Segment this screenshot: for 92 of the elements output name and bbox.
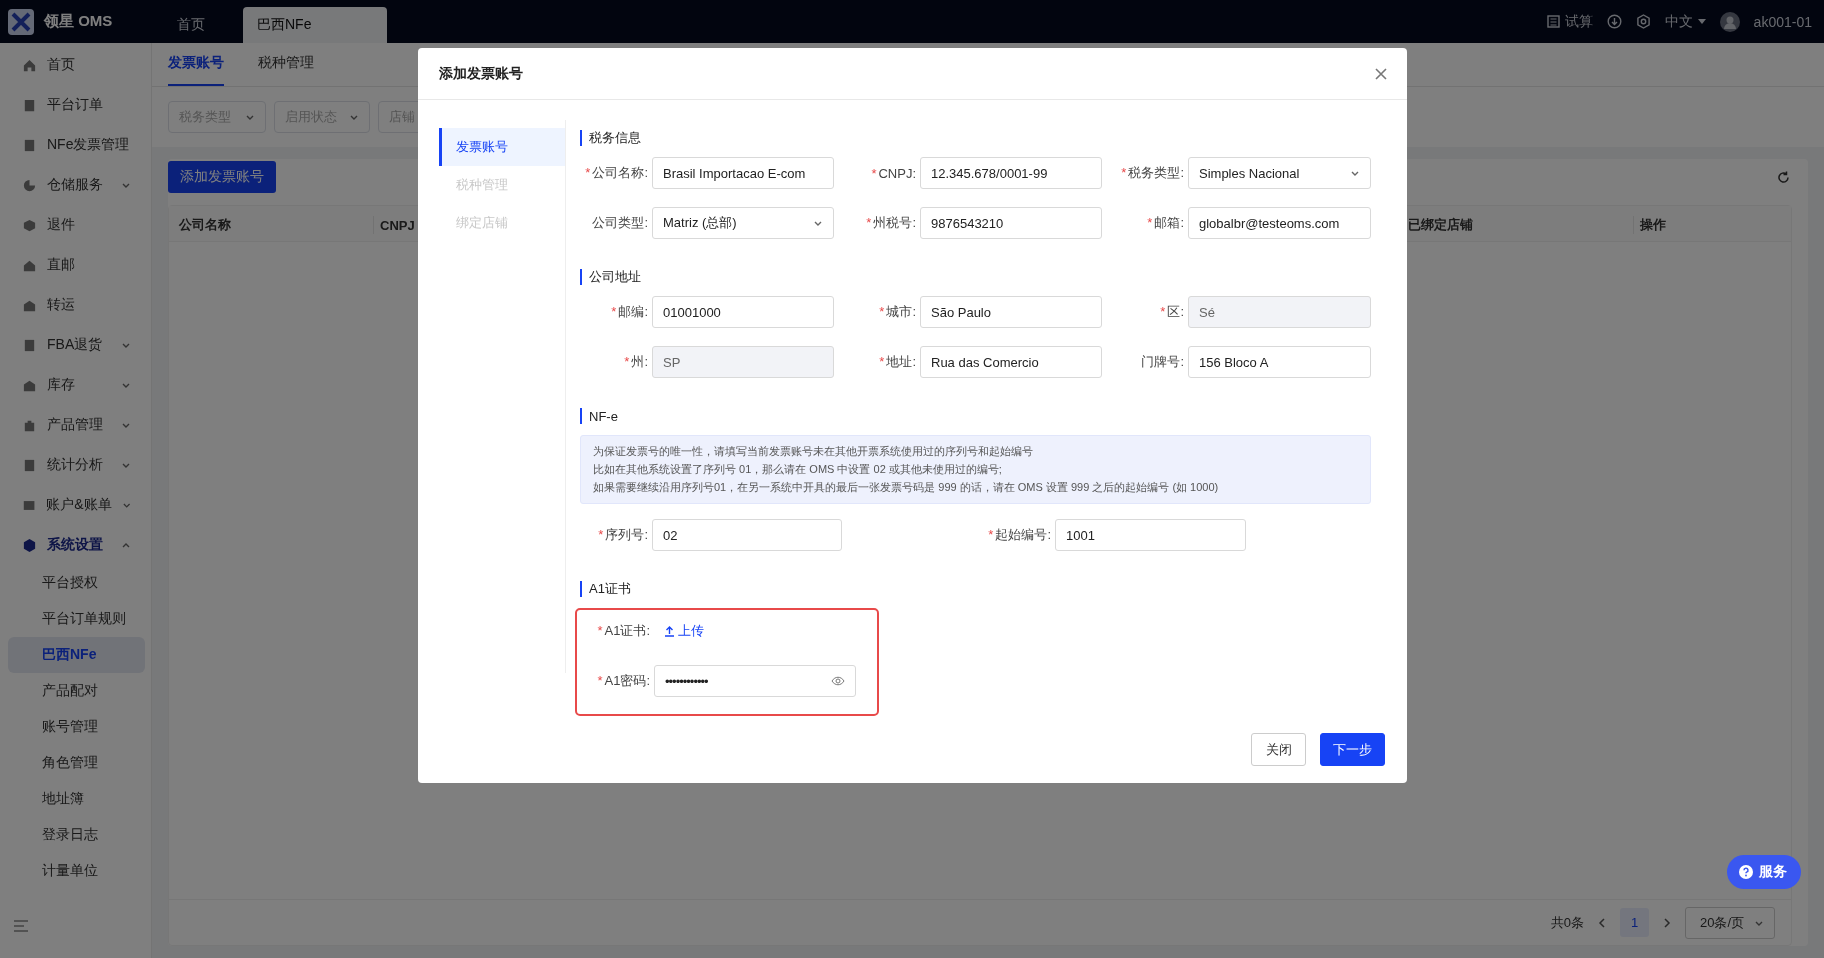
sidebar-subitem[interactable]: 角色管理: [8, 745, 145, 781]
field-label: *州:: [623, 353, 648, 371]
section-title: 公司地址: [580, 269, 1407, 285]
field-label: *区:: [1159, 303, 1184, 321]
sidebar-item[interactable]: 平台订单: [0, 85, 151, 125]
total-count: 共0条: [1550, 913, 1584, 932]
sidebar-item[interactable]: 仓储服务: [0, 165, 151, 205]
upload-icon: [664, 625, 675, 637]
input-field[interactable]: globalbr@testeoms.com: [1188, 207, 1371, 239]
notice-text: 为保证发票号的唯一性，请填写当前发票账号未在其他开票系统使用过的序列号和起始编号: [593, 444, 1034, 459]
notice-text: 如果需要继续沿用序列号01，在另一系统中开具的最后一张发票号码是 999 的话，请在 OMS 设置 999 之后的起始编号 (如 1000): [593, 480, 1220, 495]
password-field[interactable]: ••••••••••••: [654, 665, 856, 697]
section-title: NF-e: [580, 408, 1407, 424]
step-tab[interactable]: 发票账号: [439, 128, 565, 166]
sidebar-item[interactable]: NFe发票管理: [0, 125, 151, 165]
field-label: *起始编号:: [987, 526, 1051, 544]
language-selector[interactable]: 中文: [1664, 12, 1706, 31]
sidebar-item[interactable]: FBA退货: [0, 325, 151, 365]
sidebar-subitem[interactable]: 账号管理: [8, 709, 145, 745]
column-header: 操作: [1633, 216, 1791, 234]
sidebar-item[interactable]: 首页: [0, 45, 151, 85]
input-field[interactable]: 156 Bloco A: [1188, 346, 1371, 378]
select-field[interactable]: Simples Nacional: [1188, 157, 1371, 189]
sidebar-item[interactable]: 转运: [0, 285, 151, 325]
field-label: *税务类型:: [1120, 164, 1184, 182]
refresh-icon[interactable]: [1777, 170, 1790, 184]
sidebar-subitem[interactable]: 登录日志: [8, 817, 145, 853]
upload-link[interactable]: 上传: [654, 615, 704, 647]
field-label: *序列号:: [597, 526, 648, 544]
input-field[interactable]: 02: [652, 519, 842, 551]
sidebar-item[interactable]: 统计分析: [0, 445, 151, 485]
close-dialog-button[interactable]: 关闭: [1251, 733, 1306, 766]
top-tab[interactable]: 巴西NFe: [243, 7, 387, 43]
logo-icon: [8, 8, 34, 35]
field-label: *A1密码:: [596, 672, 650, 690]
section-title: A1证书: [580, 581, 1407, 597]
user-name[interactable]: ak001-01: [1753, 13, 1812, 30]
sidebar-item[interactable]: 系统设置: [0, 525, 151, 565]
close-button[interactable]: [1373, 65, 1389, 82]
input-field[interactable]: SP: [652, 346, 834, 378]
calculator-icon: [1546, 15, 1560, 28]
download-icon[interactable]: [1606, 14, 1622, 29]
sidebar-item[interactable]: 产品管理: [0, 405, 151, 445]
calculator-button[interactable]: 试算: [1546, 12, 1593, 31]
notice-text: 比如在其他系统设置了序列号 01，那么请在 OMS 中设置 02 或其他未使用过的编号;: [593, 462, 1003, 477]
section-title: 税务信息: [580, 130, 1407, 146]
page-size-select[interactable]: 20条/页: [1685, 906, 1775, 939]
settings-icon[interactable]: [1635, 14, 1651, 29]
input-field[interactable]: 12.345.678/0001-99: [920, 157, 1102, 189]
field-label: *CNPJ:: [870, 165, 916, 181]
dialog-title: 添加发票账号: [439, 64, 523, 83]
input-field[interactable]: 9876543210: [920, 207, 1102, 239]
field-label: *公司名称:: [584, 164, 648, 182]
input-field[interactable]: 1001: [1055, 519, 1246, 551]
sidebar-item[interactable]: 账户&账单: [0, 485, 151, 525]
field-label: *邮箱:: [1146, 214, 1184, 232]
select-field[interactable]: Matriz (总部): [652, 207, 834, 239]
sidebar-subitem[interactable]: 巴西NFe: [8, 637, 145, 673]
app-name: 领星 OMS: [44, 12, 113, 31]
input-field[interactable]: Brasil Importacao E-com: [652, 157, 834, 189]
field-label: 门牌号:: [1140, 353, 1184, 371]
column-header: 公司名称: [178, 216, 232, 234]
field-label: *城市:: [878, 303, 916, 321]
page-number[interactable]: 1: [1620, 908, 1649, 937]
input-field[interactable]: 01001000: [652, 296, 834, 328]
sidebar-item[interactable]: 退件: [0, 205, 151, 245]
top-tab[interactable]: 首页: [163, 7, 243, 43]
field-label: 公司类型:: [591, 214, 648, 232]
page-tab[interactable]: 税种管理: [258, 42, 314, 86]
sidebar-item[interactable]: 直邮: [0, 245, 151, 285]
field-label: *A1证书:: [596, 622, 650, 640]
caret-icon: [1697, 19, 1706, 24]
field-label: *地址:: [878, 353, 916, 371]
sidebar-item[interactable]: 库存: [0, 365, 151, 405]
chevron-right-icon[interactable]: [1663, 917, 1671, 928]
field-label: *邮编:: [610, 303, 648, 321]
input-field[interactable]: São Paulo: [920, 296, 1102, 328]
field-label: *州税号:: [865, 214, 916, 232]
sidebar-subitem[interactable]: 地址簿: [8, 781, 145, 817]
input-field[interactable]: Rua das Comercio: [920, 346, 1102, 378]
next-button[interactable]: 下一步: [1320, 733, 1385, 766]
input-field[interactable]: Sé: [1188, 296, 1371, 328]
sidebar-subitem[interactable]: 计量单位: [8, 853, 145, 889]
help-icon: [1739, 865, 1753, 879]
eye-icon: [831, 676, 845, 686]
chevron-left-icon[interactable]: [1598, 917, 1606, 928]
avatar-icon: [1719, 11, 1740, 32]
sidebar-subitem[interactable]: 平台订单规则: [8, 601, 145, 637]
sidebar-subitem[interactable]: 平台授权: [8, 565, 145, 601]
service-button[interactable]: 服务: [1727, 855, 1801, 889]
sidebar-subitem[interactable]: 产品配对: [8, 673, 145, 709]
add-button[interactable]: 添加发票账号: [168, 161, 276, 193]
